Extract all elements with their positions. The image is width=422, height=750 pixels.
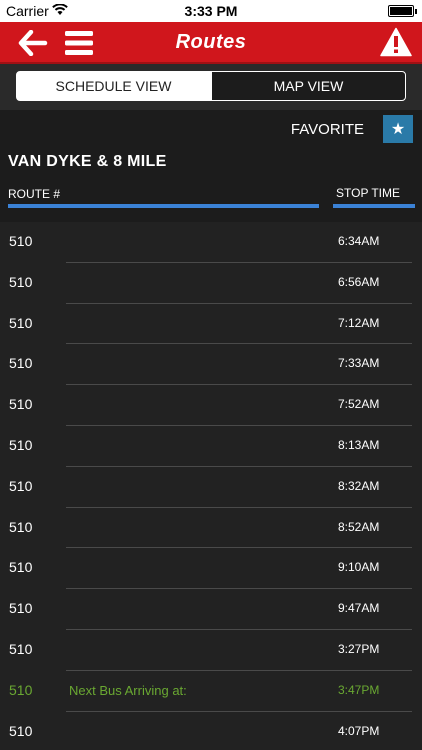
stop-time: 9:10AM [338, 560, 380, 575]
schedule-row[interactable]: 510 7:33AM [0, 344, 422, 386]
route-number: 510 [9, 477, 33, 494]
map-view-tab[interactable]: MAP VIEW [211, 71, 406, 101]
stop-time: 3:47PM [338, 682, 380, 697]
next-bus-row[interactable]: 510 Next Bus Arriving at: 3:47PM [0, 671, 422, 712]
stop-time: 7:33AM [338, 356, 380, 371]
status-time: 3:33 PM [184, 3, 238, 19]
next-bus-label: Next Bus Arriving at: [69, 682, 187, 698]
stop-time: 4:07PM [338, 723, 380, 738]
page-title: Routes [175, 31, 247, 53]
favorite-button[interactable]: ★ [383, 115, 413, 143]
route-number: 510 [9, 314, 33, 331]
view-switcher: SCHEDULE VIEW MAP VIEW [0, 64, 422, 110]
schedule-row[interactable]: 510 8:32AM [0, 467, 422, 508]
schedule-row[interactable]: 510 7:52AM [0, 385, 422, 426]
stop-name: VAN DYKE & 8 MILE [8, 153, 167, 170]
schedule-list: 510 6:34AM 510 6:56AM 510 7:12AM 510 7:33AM 510 7… [0, 222, 422, 750]
route-number: 510 [9, 681, 33, 698]
route-number: 510 [9, 640, 33, 657]
schedule-row[interactable]: 510 7:12AM [0, 304, 422, 345]
stop-time: 8:52AM [338, 519, 380, 534]
route-number: 510 [9, 559, 33, 576]
route-number: 510 [9, 355, 33, 372]
route-number: 510 [9, 600, 33, 617]
stop-time: 7:12AM [338, 315, 380, 330]
route-number: 510 [9, 436, 33, 453]
schedule-row[interactable]: 510 9:10AM [0, 548, 422, 590]
navigation-bar: Routes [0, 22, 422, 64]
stop-time: 7:52AM [338, 397, 380, 412]
column-underline-time [333, 204, 415, 208]
star-icon: ★ [390, 121, 406, 138]
stop-time: 6:56AM [338, 274, 380, 289]
column-underline-route [8, 204, 319, 208]
schedule-row[interactable]: 510 6:56AM [0, 263, 422, 304]
schedule-row[interactable]: 510 9:47AM [0, 589, 422, 630]
schedule-row[interactable]: 510 8:52AM [0, 508, 422, 549]
schedule-row[interactable]: 510 6:34AM [0, 222, 422, 263]
column-header-stop-time: STOP TIME [336, 186, 401, 200]
schedule-row[interactable]: 510 8:13AM [0, 426, 422, 467]
route-number: 510 [9, 518, 33, 535]
schedule-row[interactable]: 510 4:07PM [0, 712, 422, 750]
route-number: 510 [9, 396, 33, 413]
route-number: 510 [9, 273, 33, 290]
column-header-route: ROUTE # [8, 187, 61, 201]
stop-time: 6:34AM [338, 234, 380, 248]
battery-icon [388, 5, 417, 17]
alert-triangle-icon[interactable] [380, 27, 412, 57]
stop-time: 3:27PM [338, 641, 380, 656]
route-number: 510 [9, 233, 33, 249]
route-number: 510 [9, 722, 33, 739]
stop-time: 9:47AM [338, 601, 380, 616]
stop-time: 8:32AM [338, 478, 380, 493]
schedule-row[interactable]: 510 3:27PM [0, 630, 422, 671]
status-bar: Carrier 3:33 PM [0, 0, 422, 22]
favorite-label: FAVORITE [290, 121, 364, 138]
schedule-view-tab[interactable]: SCHEDULE VIEW [16, 71, 211, 101]
stop-time: 8:13AM [338, 437, 380, 452]
